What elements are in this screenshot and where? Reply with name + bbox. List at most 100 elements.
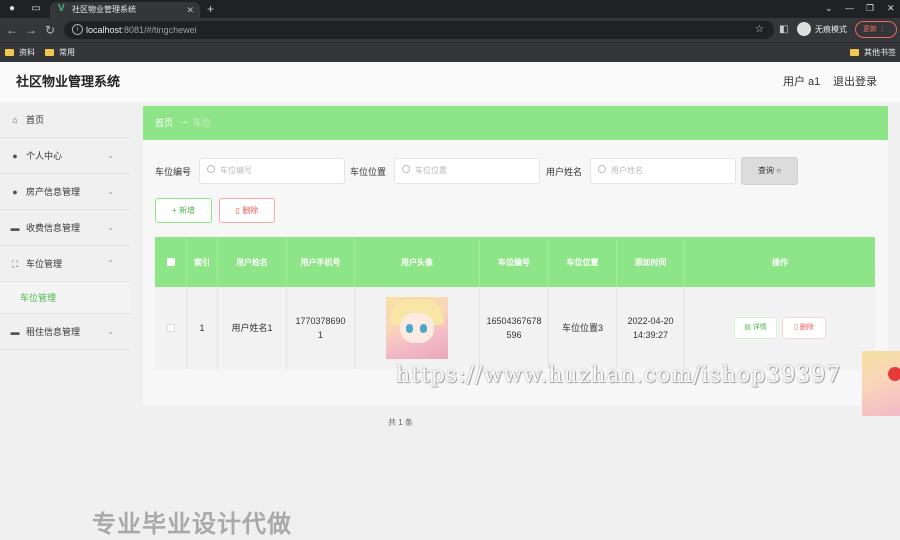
browser-menu-icon[interactable]: ● — [6, 3, 18, 15]
url-host: localhost — [86, 25, 122, 35]
bookmark-label: 常用 — [59, 48, 75, 57]
app-header: 社区物业管理系统 用户 a1 退出登录 — [0, 62, 900, 102]
search-input-plate[interactable]: 车位编号 — [199, 158, 345, 184]
edge-thumbnail — [862, 351, 900, 416]
column-header[interactable]: 车位位置 — [549, 237, 617, 287]
user-icon: ● — [12, 187, 18, 197]
cell-added: 2022-04-20 14:39:27 — [617, 287, 685, 369]
folder-icon — [5, 49, 14, 56]
avatar-eye — [406, 324, 413, 333]
select-all-cell — [155, 237, 187, 287]
tab-close-icon[interactable]: ✕ — [186, 4, 194, 16]
url-path: :8081/#/tingchewei — [121, 25, 197, 35]
search-icon — [402, 165, 410, 173]
forward-icon[interactable]: → — [25, 23, 37, 37]
bookmark-folder[interactable]: 常用 — [45, 47, 75, 59]
bookmark-label: 其他书签 — [864, 48, 896, 57]
bookmark-folder-other[interactable]: 其他书签 — [850, 47, 896, 59]
home-icon: ⌂ — [12, 115, 18, 125]
sidebar-item-property[interactable]: ● 房产信息管理 ⌄ — [0, 174, 130, 210]
incognito-icon[interactable] — [797, 22, 811, 36]
sidebar-item-rental[interactable]: ▬ 租住信息管理 ⌄ — [0, 314, 130, 350]
search-icon — [598, 165, 606, 173]
sidebar-item-label: 收费信息管理 — [26, 223, 81, 233]
update-button[interactable]: 更新 ⋮ — [855, 21, 897, 38]
monitor-icon: ▬ — [10, 223, 20, 233]
url-field[interactable]: i localhost:8081/#/tingchewei ☆ — [64, 21, 774, 39]
column-header: 操作 — [772, 257, 788, 267]
cell-actions: ▤ 详情 ▯ 删除 — [685, 287, 875, 369]
column-header[interactable]: 用户手机号 — [287, 237, 355, 287]
search-input-username[interactable]: 用户姓名 — [590, 158, 736, 184]
bookmark-star-icon[interactable]: ☆ — [755, 23, 764, 37]
column-header[interactable]: 索引 — [187, 237, 218, 287]
column-header[interactable]: 用户姓名 — [218, 237, 287, 287]
detail-button[interactable]: ▤ 详情 — [734, 317, 777, 339]
user-label: 用户 a1 — [783, 76, 821, 88]
trash-icon: ▯ — [794, 324, 798, 331]
query-button[interactable]: 查询 ○ — [741, 157, 798, 185]
breadcrumb: 首页 → 车位 — [143, 106, 888, 140]
delete-label: 删除 — [799, 324, 814, 331]
user-icon: ● — [12, 151, 18, 161]
chevron-down-icon[interactable]: ⌄ — [825, 2, 833, 14]
breadcrumb-current: 车位 — [193, 118, 212, 128]
sidebar-subitem-label: 车位管理 — [20, 293, 57, 303]
cell-phone: 17703786901 — [287, 287, 355, 369]
browser-tab[interactable]: V 社区物业管理系统 ✕ — [50, 2, 200, 18]
sidebar-item-parking[interactable]: ⛶ 车位管理 ⌃ — [0, 246, 130, 282]
pagination: 共 1 条 — [388, 418, 413, 427]
table-header: 索引 用户姓名 用户手机号 用户头像 车位编号 车位位置 添加时间 操作 — [155, 237, 875, 287]
search-label-location: 车位位置 — [350, 167, 387, 177]
add-button[interactable]: + 新增 — [155, 198, 212, 223]
avatar — [386, 297, 448, 359]
site-info-icon[interactable]: i — [72, 24, 83, 35]
column-header[interactable]: 用户头像 — [355, 237, 480, 287]
table-row: 1 用户姓名1 17703786901 16504367678596 车位位置3… — [155, 287, 875, 369]
bookmark-label: 资料 — [19, 48, 35, 57]
bookmarks-bar: 资料 常用 其他书签 — [0, 42, 900, 62]
window-close-icon[interactable]: ✕ — [887, 2, 895, 14]
chevron-down-icon: ⌄ — [107, 187, 114, 196]
restore-icon[interactable]: ❐ — [866, 2, 874, 14]
sidebar-item-label: 个人中心 — [26, 151, 63, 161]
logout-button[interactable]: 退出登录 — [833, 75, 877, 89]
sidebar-item-home[interactable]: ⌂ 首页 — [0, 102, 130, 138]
folder-icon — [850, 49, 859, 56]
main-content: 首页 → 车位 车位编号 车位编号 车位位置 车位位置 用户姓名 用户姓名 查询… — [143, 106, 888, 427]
app-title: 社区物业管理系统 — [16, 74, 121, 89]
cell-plate: 16504367678596 — [480, 287, 549, 369]
row-checkbox[interactable] — [166, 324, 175, 332]
column-header[interactable]: 添加时间 — [617, 237, 685, 287]
vue-logo-icon: V — [58, 3, 65, 14]
avatar-eye — [420, 324, 427, 333]
chevron-down-icon: ⌄ — [107, 223, 114, 232]
reload-icon[interactable]: ↻ — [45, 23, 55, 37]
bookmark-folder[interactable]: 资料 — [5, 47, 35, 59]
cell-index: 1 — [187, 287, 218, 369]
sidebar-item-fees[interactable]: ▬ 收费信息管理 ⌄ — [0, 210, 130, 246]
minimize-icon[interactable]: — — [845, 2, 854, 14]
column-header[interactable]: 车位编号 — [480, 237, 549, 287]
monitor-icon: ▬ — [10, 327, 20, 337]
search-icon: ○ — [776, 166, 782, 175]
search-placeholder: 车位编号 — [220, 166, 252, 175]
sidebar-item-label: 车位管理 — [26, 259, 63, 269]
incognito-label: 无痕模式 — [815, 25, 847, 34]
new-tab-icon[interactable]: + — [207, 2, 214, 16]
row-delete-button[interactable]: ▯ 删除 — [782, 317, 826, 339]
back-icon[interactable]: ← — [6, 23, 18, 37]
floating-badge[interactable] — [888, 367, 900, 381]
trash-icon: ▯ — [235, 206, 241, 215]
sidebar-item-profile[interactable]: ● 个人中心 ⌄ — [0, 138, 130, 174]
app-page: 社区物业管理系统 用户 a1 退出登录 ⌂ 首页 ● 个人中心 ⌄ ● 房产信息… — [0, 62, 900, 540]
batch-delete-button[interactable]: ▯ 删除 — [219, 198, 275, 223]
search-input-location[interactable]: 车位位置 — [394, 158, 540, 184]
select-all-checkbox[interactable] — [166, 258, 175, 266]
side-panel-icon[interactable]: ◧ — [779, 23, 788, 37]
tab-overview-icon[interactable]: ▭ — [30, 3, 42, 15]
breadcrumb-home[interactable]: 首页 — [155, 117, 173, 129]
breadcrumb-separator: → — [179, 116, 189, 127]
row-select-cell — [155, 287, 187, 369]
sidebar-subitem-parking[interactable]: 车位管理 — [0, 282, 130, 314]
